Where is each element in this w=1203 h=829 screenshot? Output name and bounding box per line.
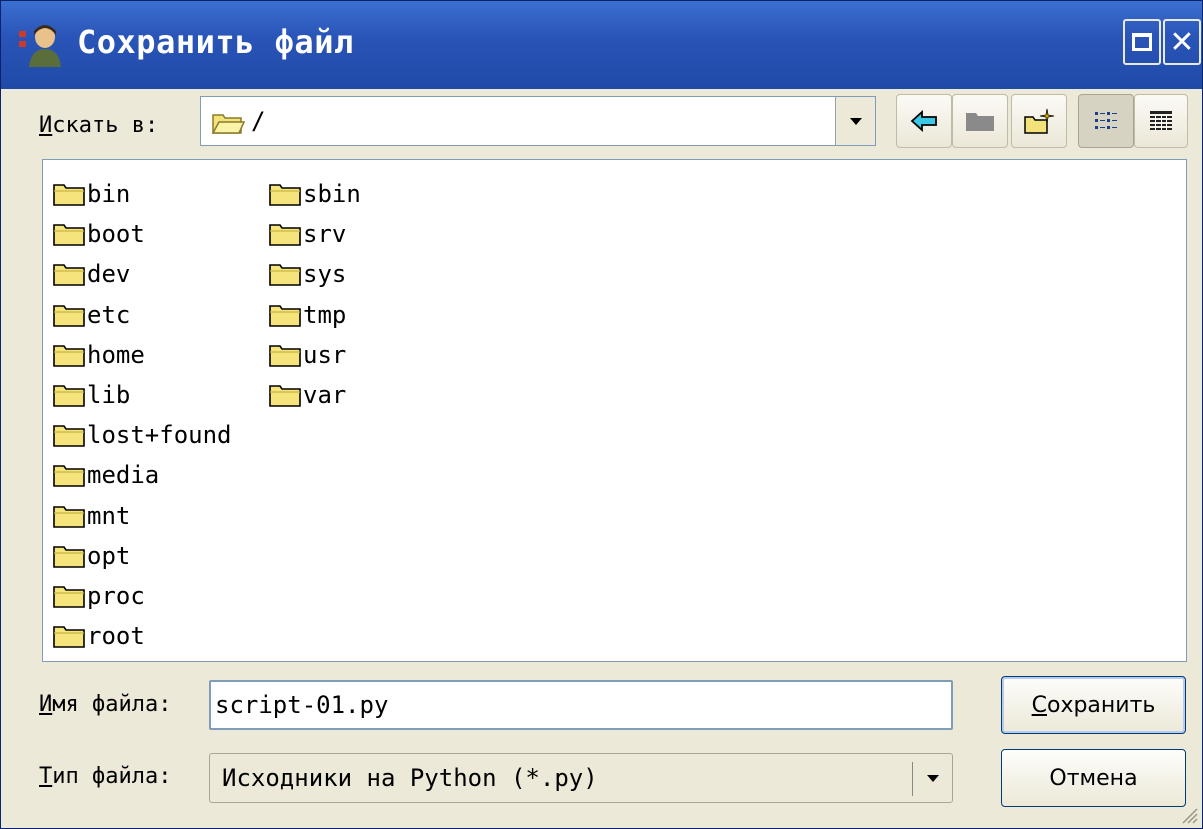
list-item[interactable]: usr — [269, 335, 361, 375]
detail-view-icon — [1150, 111, 1172, 130]
back-arrow-icon — [910, 110, 937, 132]
chevron-down-icon — [849, 117, 862, 125]
filetype-select[interactable]: Исходники на Python (*.py) — [209, 753, 953, 803]
list-item[interactable]: sbin — [269, 174, 361, 214]
filetype-value: Исходники на Python (*.py) — [222, 764, 598, 792]
detail-view-button[interactable] — [1134, 94, 1188, 148]
save-file-dialog: Сохранить файл ✕ Искать в: / bin boot de… — [0, 0, 1203, 829]
list-item[interactable]: root — [53, 616, 232, 656]
maximize-button[interactable] — [1123, 19, 1161, 65]
close-icon: ✕ — [1169, 24, 1195, 60]
list-item[interactable]: srv — [269, 214, 361, 254]
list-item[interactable]: bin — [53, 174, 232, 214]
lookin-dropdown-button[interactable] — [835, 97, 875, 145]
folder-icon — [53, 505, 85, 528]
resize-grip-icon[interactable] — [1180, 806, 1198, 824]
folder-icon — [53, 545, 85, 568]
list-item[interactable]: mnt — [53, 496, 232, 536]
filetype-label: Тип файла: — [39, 764, 172, 789]
folder-icon — [269, 304, 301, 327]
folder-icon — [53, 425, 85, 448]
list-item[interactable]: proc — [53, 576, 232, 616]
save-button[interactable]: Сохранить — [1001, 676, 1186, 734]
folder-icon — [53, 586, 85, 608]
folder-icon — [53, 465, 85, 488]
list-item[interactable]: var — [269, 375, 361, 415]
new-folder-icon — [1024, 108, 1055, 134]
maximize-icon — [1132, 33, 1152, 51]
list-item[interactable]: sys — [269, 254, 361, 294]
folder-icon — [53, 184, 85, 206]
folder-icon — [269, 345, 301, 367]
title-bar[interactable]: Сохранить файл ✕ — [1, 1, 1202, 89]
list-item[interactable]: media — [53, 455, 232, 495]
folder-icon — [53, 264, 85, 287]
list-item[interactable]: boot — [53, 214, 232, 254]
list-item[interactable]: lost+found — [53, 415, 232, 455]
folder-icon — [53, 345, 85, 367]
parent-folder-icon — [966, 113, 994, 131]
cancel-button[interactable]: Отмена — [1001, 749, 1186, 807]
folder-icon — [269, 264, 301, 287]
list-item[interactable]: home — [53, 335, 232, 375]
chevron-down-icon — [927, 774, 939, 782]
folder-icon — [269, 385, 301, 407]
window-title: Сохранить файл — [77, 23, 354, 61]
filename-label: Имя файла: — [39, 692, 172, 717]
app-icon — [19, 25, 61, 67]
folder-icon — [53, 626, 85, 648]
back-button[interactable] — [896, 94, 952, 148]
filetype-dropdown-button[interactable] — [913, 754, 953, 802]
list-item[interactable]: lib — [53, 375, 232, 415]
list-view-icon — [1095, 112, 1117, 129]
lookin-label: Искать в: — [39, 113, 159, 138]
parent-folder-button[interactable] — [952, 94, 1008, 148]
filename-input[interactable] — [209, 680, 953, 730]
open-folder-icon — [211, 114, 245, 134]
list-view-button[interactable] — [1078, 94, 1134, 148]
close-button[interactable]: ✕ — [1163, 19, 1201, 65]
file-list-column-1: bin boot dev etc home lib lost+found med… — [53, 174, 232, 656]
folder-icon — [269, 224, 301, 247]
new-folder-button[interactable] — [1011, 94, 1067, 148]
list-item[interactable]: dev — [53, 254, 232, 294]
folder-icon — [53, 304, 85, 327]
folder-icon — [53, 385, 85, 407]
list-item[interactable]: opt — [53, 536, 232, 576]
list-item[interactable]: tmp — [269, 295, 361, 335]
folder-icon — [269, 184, 301, 206]
list-item[interactable]: etc — [53, 295, 232, 335]
lookin-combo[interactable]: / — [200, 96, 876, 146]
file-list[interactable]: bin boot dev etc home lib lost+found med… — [42, 159, 1187, 662]
lookin-value: / — [251, 107, 266, 135]
file-list-column-2: sbin srv sys tmp usr var — [269, 174, 361, 415]
folder-icon — [53, 224, 85, 247]
